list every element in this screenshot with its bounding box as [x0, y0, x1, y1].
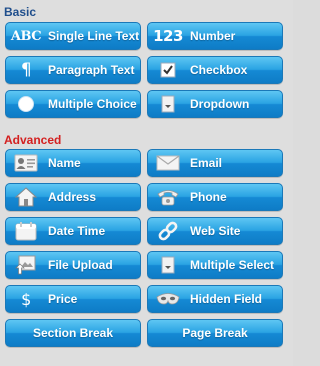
field-palette: Basic ABC Single Line Text 123 Number ¶ … — [0, 0, 293, 366]
single-line-text-button[interactable]: ABC Single Line Text — [5, 22, 141, 50]
dropdown-icon — [154, 254, 182, 276]
advanced-section-title: Advanced — [4, 133, 62, 147]
file-upload-button[interactable]: File Upload — [5, 251, 141, 279]
paragraph-text-button[interactable]: ¶ Paragraph Text — [5, 56, 141, 84]
upload-icon — [12, 254, 40, 276]
number-icon: 123 — [153, 27, 183, 45]
house-icon — [12, 186, 40, 208]
phone-button[interactable]: Phone — [147, 183, 283, 211]
name-card-icon — [12, 152, 40, 174]
calendar-icon — [12, 220, 40, 242]
multiple-select-button[interactable]: Multiple Select — [147, 251, 283, 279]
dropdown-button[interactable]: Dropdown — [147, 90, 283, 118]
price-button[interactable]: $ Price — [5, 285, 141, 313]
address-button[interactable]: Address — [5, 183, 141, 211]
dropdown-icon — [154, 93, 182, 115]
multiple-choice-button[interactable]: Multiple Choice — [5, 90, 141, 118]
dollar-icon: $ — [21, 289, 31, 309]
link-icon — [154, 220, 182, 242]
name-button[interactable]: Name — [5, 149, 141, 177]
radio-icon — [12, 93, 40, 115]
basic-section-title: Basic — [4, 5, 37, 19]
email-button[interactable]: Email — [147, 149, 283, 177]
section-break-button[interactable]: Section Break — [5, 319, 141, 347]
hidden-field-button[interactable]: Hidden Field — [147, 285, 283, 313]
paragraph-icon: ¶ — [20, 60, 32, 80]
phone-icon — [154, 186, 182, 208]
checkbox-button[interactable]: Checkbox — [147, 56, 283, 84]
number-button[interactable]: 123 Number — [147, 22, 283, 50]
envelope-icon — [154, 152, 182, 174]
page-break-button[interactable]: Page Break — [147, 319, 283, 347]
checkbox-icon — [154, 59, 182, 81]
abc-icon: ABC — [10, 28, 42, 44]
date-time-button[interactable]: Date Time — [5, 217, 141, 245]
mask-icon — [154, 288, 182, 310]
web-site-button[interactable]: Web Site — [147, 217, 283, 245]
